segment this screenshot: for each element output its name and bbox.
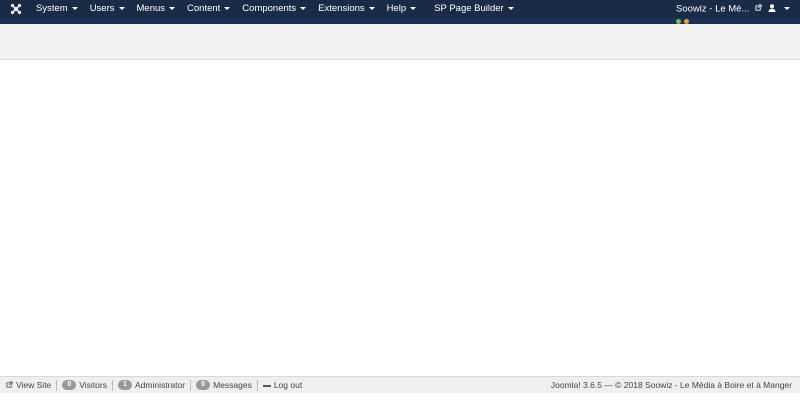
menu-users[interactable]: Users — [84, 0, 131, 18]
external-link-icon — [6, 380, 13, 390]
chevron-down-icon — [368, 6, 375, 10]
status-left: View Site 0 Visitors 1 Administrator 0 M… — [6, 377, 307, 393]
menu-help-label: Help — [386, 3, 407, 14]
view-site-link[interactable]: View Site — [6, 379, 56, 391]
administrator-label: Administrator — [135, 380, 186, 390]
main-content — [0, 60, 800, 375]
minus-icon — [262, 380, 271, 390]
menu-system-label: System — [36, 3, 68, 14]
chevron-down-icon — [169, 6, 176, 10]
user-menu[interactable] — [768, 0, 790, 18]
bottom-strip — [0, 393, 800, 410]
menu-sp-page-builder[interactable]: SP Page Builder — [428, 0, 520, 18]
administrator-count-badge: 1 — [118, 380, 132, 390]
visitors-link[interactable]: 0 Visitors — [57, 379, 112, 391]
external-link-icon — [755, 0, 762, 18]
menu-extensions[interactable]: Extensions — [312, 0, 380, 18]
menu-components[interactable]: Components — [236, 0, 312, 18]
chevron-down-icon — [783, 6, 790, 10]
chevron-down-icon — [300, 6, 307, 10]
visitors-count-badge: 0 — [62, 380, 77, 390]
site-name-link[interactable]: Soowiz - Le Mé... — [676, 0, 762, 18]
menu-content-label: Content — [187, 3, 221, 14]
main-menu: System Users Menus Content Components Ex… — [30, 0, 520, 18]
menu-extensions-label: Extensions — [318, 3, 365, 14]
menu-content[interactable]: Content — [181, 0, 236, 18]
menu-users-label: Users — [89, 3, 115, 14]
chevron-down-icon — [507, 6, 514, 10]
view-site-label: View Site — [16, 380, 52, 390]
chevron-down-icon — [410, 6, 417, 10]
site-name-label: Soowiz - Le Mé... — [676, 3, 750, 15]
top-navbar: System Users Menus Content Components Ex… — [0, 0, 800, 19]
version-copyright: Joomla! 3.6.5 — © 2018 Soowiz - Le Média… — [550, 380, 792, 390]
chevron-down-icon — [224, 6, 231, 10]
menu-menus-label: Menus — [136, 3, 166, 14]
menu-menus[interactable]: Menus — [131, 0, 182, 18]
joomla-logo-icon[interactable] — [10, 3, 22, 15]
status-bar: View Site 0 Visitors 1 Administrator 0 M… — [0, 376, 800, 393]
menu-system[interactable]: System — [30, 0, 84, 18]
chevron-down-icon — [71, 6, 78, 10]
logout-label: Log out — [273, 380, 303, 390]
administrator-link[interactable]: 1 Administrator — [113, 379, 190, 391]
menu-sp-page-builder-label: SP Page Builder — [434, 3, 504, 14]
logout-link[interactable]: Log out — [258, 379, 307, 391]
visitors-label: Visitors — [79, 380, 107, 390]
menu-components-label: Components — [242, 3, 297, 14]
messages-link[interactable]: 0 Messages — [191, 379, 257, 391]
user-icon — [768, 3, 779, 14]
menu-help[interactable]: Help — [381, 0, 423, 18]
chevron-down-icon — [118, 6, 125, 10]
messages-label: Messages — [213, 380, 252, 390]
messages-count-badge: 0 — [196, 380, 211, 390]
subhead-toolbar — [0, 24, 800, 60]
